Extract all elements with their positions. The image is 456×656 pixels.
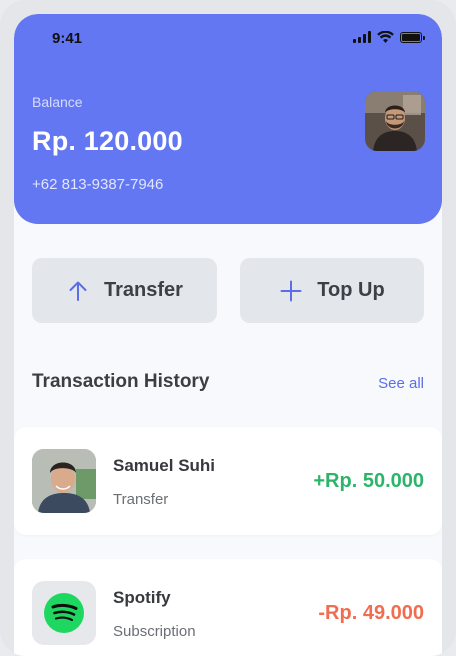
transaction-history-title: Transaction History: [32, 371, 210, 392]
plus-icon: [280, 280, 302, 301]
status-time: 9:41: [52, 30, 83, 47]
transfer-label: Transfer: [104, 279, 183, 301]
transaction-item[interactable]: Samuel Suhi Transfer +Rp. 50.000: [14, 427, 442, 535]
top-up-button[interactable]: Top Up: [240, 258, 424, 323]
user-avatar[interactable]: [365, 91, 425, 151]
phone-number: +62 813-9387-7946: [32, 176, 164, 193]
transaction-type: Transfer: [113, 491, 169, 508]
app-screen: 9:41 Balance Rp. 120.000 +62 813-9387-79…: [14, 14, 442, 656]
transaction-type: Subscription: [113, 623, 196, 640]
transaction-amount: +Rp. 50.000: [313, 470, 424, 492]
transaction-amount: -Rp. 49.000: [318, 602, 424, 624]
signal-icon: [353, 31, 371, 43]
phone-frame: 9:41 Balance Rp. 120.000 +62 813-9387-79…: [0, 0, 456, 656]
wifi-icon: [377, 31, 394, 43]
balance-header: 9:41 Balance Rp. 120.000 +62 813-9387-79…: [14, 14, 442, 224]
balance-amount: Rp. 120.000: [32, 126, 183, 156]
contact-avatar: [32, 449, 96, 513]
top-up-label: Top Up: [317, 279, 385, 301]
transaction-name: Samuel Suhi: [113, 456, 216, 475]
battery-icon: [400, 31, 425, 43]
spotify-logo: [32, 581, 96, 645]
balance-label: Balance: [32, 94, 83, 110]
transaction-name: Spotify: [113, 588, 171, 607]
transaction-item[interactable]: Spotify Subscription -Rp. 49.000: [14, 559, 442, 656]
see-all-link[interactable]: See all: [378, 375, 424, 392]
transfer-button[interactable]: Transfer: [32, 258, 217, 323]
status-icons: [353, 31, 425, 43]
arrow-up-icon: [69, 281, 87, 301]
